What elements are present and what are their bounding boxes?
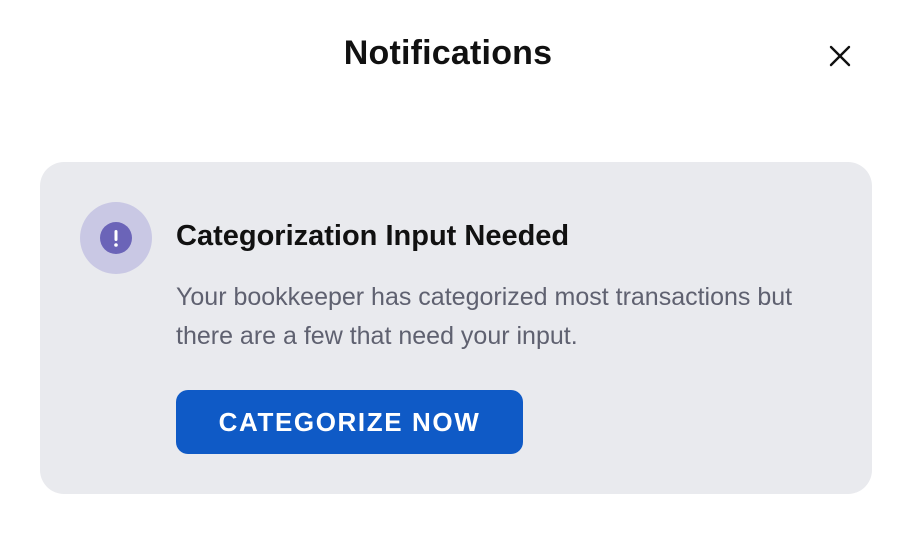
notification-body: Your bookkeeper has categorized most tra… bbox=[176, 283, 793, 350]
page-title: Notifications bbox=[343, 34, 553, 72]
categorize-now-button[interactable]: CATEGORIZE NOW bbox=[176, 390, 523, 454]
alert-badge bbox=[80, 202, 152, 274]
close-button[interactable] bbox=[822, 38, 858, 74]
exclamation-icon bbox=[100, 222, 132, 254]
notification-title: Categorization Input Needed bbox=[176, 220, 570, 252]
close-icon bbox=[829, 45, 851, 67]
notification-card: Categorization Input Needed Your bookkee… bbox=[40, 162, 872, 494]
notifications-panel: Notifications Categorization Input Neede… bbox=[0, 0, 908, 536]
